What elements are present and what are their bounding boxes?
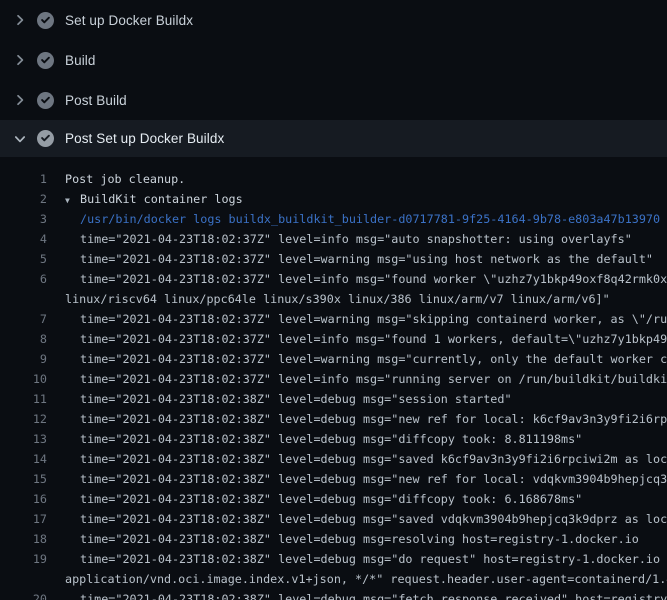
step-row-post-build[interactable]: Post Build bbox=[0, 80, 667, 120]
line-number[interactable]: 20 bbox=[0, 589, 47, 600]
log-row: 8 time="2021-04-23T18:02:37Z" level=info … bbox=[0, 329, 667, 349]
log-text[interactable]: BuildKit container logs bbox=[80, 189, 243, 209]
log-row: 5 time="2021-04-23T18:02:37Z" level=warni… bbox=[0, 249, 667, 269]
line-number[interactable]: 14 bbox=[0, 449, 47, 469]
log-row: 12 time="2021-04-23T18:02:38Z" level=debu… bbox=[0, 409, 667, 429]
group-toggle-icon[interactable]: ▼ bbox=[65, 191, 80, 211]
log-row: 6 time="2021-04-23T18:02:37Z" level=info … bbox=[0, 269, 667, 289]
log-text: time="2021-04-23T18:02:38Z" level=debug … bbox=[80, 549, 667, 569]
log-row: 9 time="2021-04-23T18:02:37Z" level=warni… bbox=[0, 349, 667, 369]
line-number[interactable]: 1 bbox=[0, 169, 47, 189]
line-number[interactable]: 3 bbox=[0, 209, 47, 229]
log-text: linux/riscv64 linux/ppc64le linux/s390x … bbox=[65, 289, 610, 309]
log-row: linux/riscv64 linux/ppc64le linux/s390x … bbox=[0, 289, 667, 309]
line-number[interactable]: 9 bbox=[0, 349, 47, 369]
log-row: 11 time="2021-04-23T18:02:38Z" level=debu… bbox=[0, 389, 667, 409]
log-row: 15 time="2021-04-23T18:02:38Z" level=debu… bbox=[0, 469, 667, 489]
log-text: time="2021-04-23T18:02:38Z" level=debug … bbox=[80, 489, 582, 509]
chevron-down-icon bbox=[12, 131, 28, 147]
log-text: time="2021-04-23T18:02:37Z" level=info m… bbox=[80, 369, 667, 389]
step-row-build[interactable]: Build bbox=[0, 40, 667, 80]
chevron-right-icon bbox=[12, 92, 28, 108]
line-number[interactable]: 18 bbox=[0, 529, 47, 549]
line-number[interactable]: 11 bbox=[0, 389, 47, 409]
log-text: time="2021-04-23T18:02:37Z" level=warnin… bbox=[80, 309, 667, 329]
log-row: 16 time="2021-04-23T18:02:38Z" level=debu… bbox=[0, 489, 667, 509]
log-text: time="2021-04-23T18:02:38Z" level=debug … bbox=[80, 449, 667, 469]
log-text: application/vnd.oci.image.index.v1+json,… bbox=[65, 569, 667, 589]
line-number[interactable]: 16 bbox=[0, 489, 47, 509]
log-row: 14 time="2021-04-23T18:02:38Z" level=debu… bbox=[0, 449, 667, 469]
step-label: Build bbox=[65, 53, 96, 68]
line-number[interactable]: 6 bbox=[0, 269, 47, 289]
check-circle-icon bbox=[37, 130, 54, 147]
log-row: 1 Post job cleanup. bbox=[0, 169, 667, 189]
log-text: time="2021-04-23T18:02:37Z" level=warnin… bbox=[80, 349, 667, 369]
chevron-right-icon bbox=[12, 52, 28, 68]
line-number[interactable]: 4 bbox=[0, 229, 47, 249]
log-text: time="2021-04-23T18:02:38Z" level=debug … bbox=[80, 509, 667, 529]
log-text: time="2021-04-23T18:02:38Z" level=debug … bbox=[80, 429, 582, 449]
log-row: 4 time="2021-04-23T18:02:37Z" level=info … bbox=[0, 229, 667, 249]
line-number[interactable]: 7 bbox=[0, 309, 47, 329]
log-text: time="2021-04-23T18:02:37Z" level=warnin… bbox=[80, 249, 653, 269]
log-rows: 1 Post job cleanup. 2 ▼BuildKit container l… bbox=[0, 169, 667, 600]
log-text: time="2021-04-23T18:02:38Z" level=debug … bbox=[80, 409, 667, 429]
step-label: Post Build bbox=[65, 93, 127, 108]
log-text: time="2021-04-23T18:02:38Z" level=debug … bbox=[80, 389, 512, 409]
line-number[interactable]: 8 bbox=[0, 329, 47, 349]
log-text: time="2021-04-23T18:02:37Z" level=info m… bbox=[80, 229, 632, 249]
log-row: 7 time="2021-04-23T18:02:37Z" level=warni… bbox=[0, 309, 667, 329]
log-text: time="2021-04-23T18:02:37Z" level=info m… bbox=[80, 329, 667, 349]
step-row-set-up-docker-buildx[interactable]: Set up Docker Buildx bbox=[0, 0, 667, 40]
line-number[interactable]: 15 bbox=[0, 469, 47, 489]
log-row: 19 time="2021-04-23T18:02:38Z" level=debu… bbox=[0, 549, 667, 569]
github-actions-log-viewer: Set up Docker Buildx Build Post Build Po… bbox=[0, 0, 667, 600]
check-circle-icon bbox=[37, 92, 54, 109]
line-number[interactable]: 12 bbox=[0, 409, 47, 429]
log-command-text: /usr/bin/docker logs buildx_buildkit_bui… bbox=[80, 209, 660, 229]
log-row: 3/usr/bin/docker logs buildx_buildkit_bu… bbox=[0, 209, 667, 229]
log-text: Post job cleanup. bbox=[65, 169, 185, 189]
line-number[interactable]: 17 bbox=[0, 509, 47, 529]
log-text: time="2021-04-23T18:02:38Z" level=debug … bbox=[80, 469, 667, 489]
log-text: time="2021-04-23T18:02:37Z" level=info m… bbox=[80, 269, 667, 289]
log-row: 2 ▼BuildKit container logs bbox=[0, 189, 667, 209]
line-number[interactable]: 19 bbox=[0, 549, 47, 569]
log-row: 13 time="2021-04-23T18:02:38Z" level=debu… bbox=[0, 429, 667, 449]
log-row: application/vnd.oci.image.index.v1+json,… bbox=[0, 569, 667, 589]
check-circle-icon bbox=[37, 12, 54, 29]
line-number[interactable]: 13 bbox=[0, 429, 47, 449]
log-row: 18 time="2021-04-23T18:02:38Z" level=debu… bbox=[0, 529, 667, 549]
line-number[interactable]: 2 bbox=[0, 189, 47, 209]
log-text: time="2021-04-23T18:02:38Z" level=debug … bbox=[80, 589, 667, 600]
line-number[interactable]: 10 bbox=[0, 369, 47, 389]
log-row: 10 time="2021-04-23T18:02:37Z" level=info… bbox=[0, 369, 667, 389]
check-circle-icon bbox=[37, 52, 54, 69]
step-row-post-set-up-docker-buildx[interactable]: Post Set up Docker Buildx bbox=[0, 120, 667, 157]
log-area: 1 Post job cleanup. 2 ▼BuildKit container l… bbox=[0, 157, 667, 600]
line-number[interactable]: 5 bbox=[0, 249, 47, 269]
step-label: Post Set up Docker Buildx bbox=[65, 131, 224, 146]
log-row: 17 time="2021-04-23T18:02:38Z" level=debu… bbox=[0, 509, 667, 529]
log-row: 20 time="2021-04-23T18:02:38Z" level=debu… bbox=[0, 589, 667, 600]
step-label: Set up Docker Buildx bbox=[65, 13, 193, 28]
chevron-right-icon bbox=[12, 12, 28, 28]
log-text: time="2021-04-23T18:02:38Z" level=debug … bbox=[80, 529, 639, 549]
